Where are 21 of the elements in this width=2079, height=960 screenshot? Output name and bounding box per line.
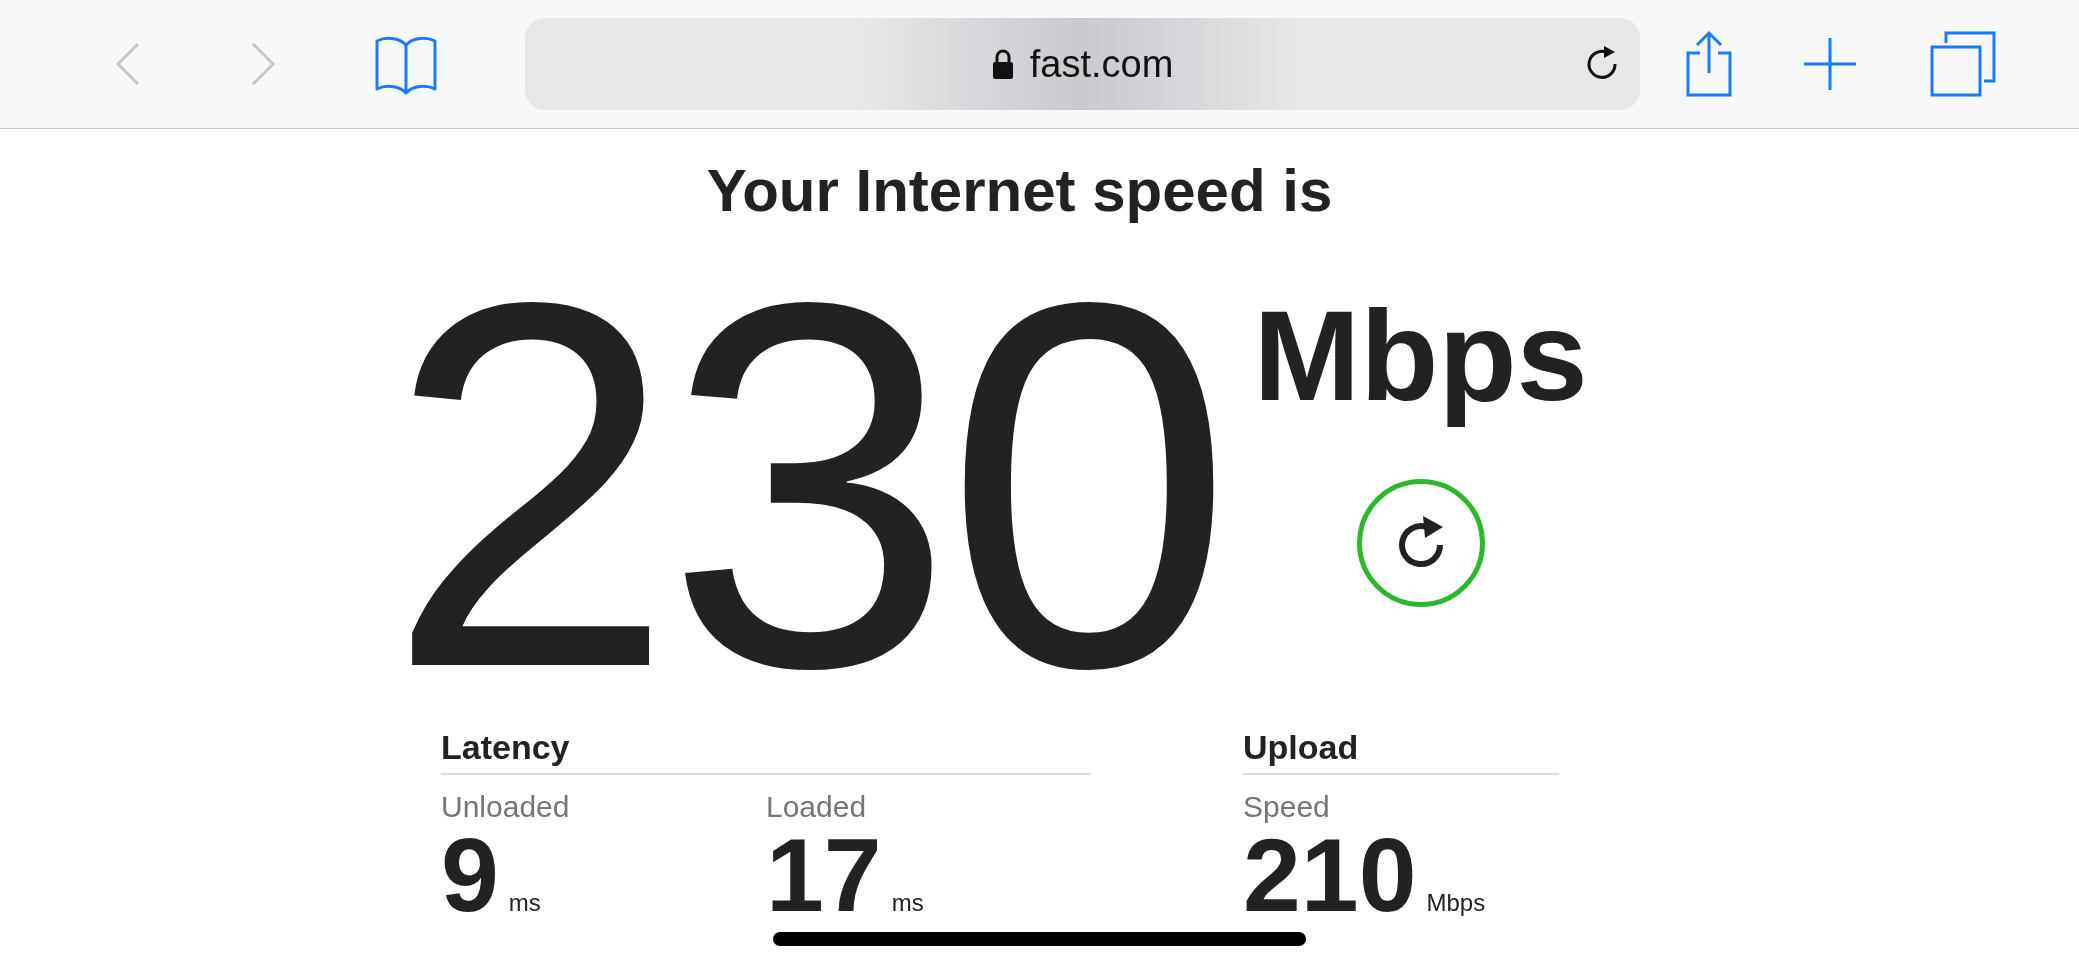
add-icon[interactable] <box>1802 36 1858 92</box>
share-icon[interactable] <box>1684 29 1734 99</box>
stat-value: 210 <box>1243 835 1417 915</box>
section-title: Latency <box>441 728 570 766</box>
tabs-icon[interactable] <box>1930 31 1996 97</box>
stat-value: 17 <box>766 835 882 915</box>
url-text: fast.com <box>1029 41 1174 87</box>
stat-unit: Mbps <box>1426 891 1486 915</box>
stat-label: Loaded <box>766 789 868 825</box>
stat-value: 9 <box>441 835 499 915</box>
speed-unit: Mbps <box>1253 283 1588 429</box>
heading: Your Internet speed is <box>706 156 1333 226</box>
speed-value: 230 <box>386 255 1224 715</box>
stat-unit: ms <box>508 891 541 915</box>
stat-label: Speed <box>1243 789 1331 825</box>
section-title: Upload <box>1243 728 1359 766</box>
stat-label: Unloaded <box>441 789 571 825</box>
lock-icon <box>991 48 1014 80</box>
address-bar[interactable]: fast.com <box>525 18 1640 110</box>
stat-unit: ms <box>891 891 924 915</box>
restart-button[interactable] <box>1356 479 1485 607</box>
